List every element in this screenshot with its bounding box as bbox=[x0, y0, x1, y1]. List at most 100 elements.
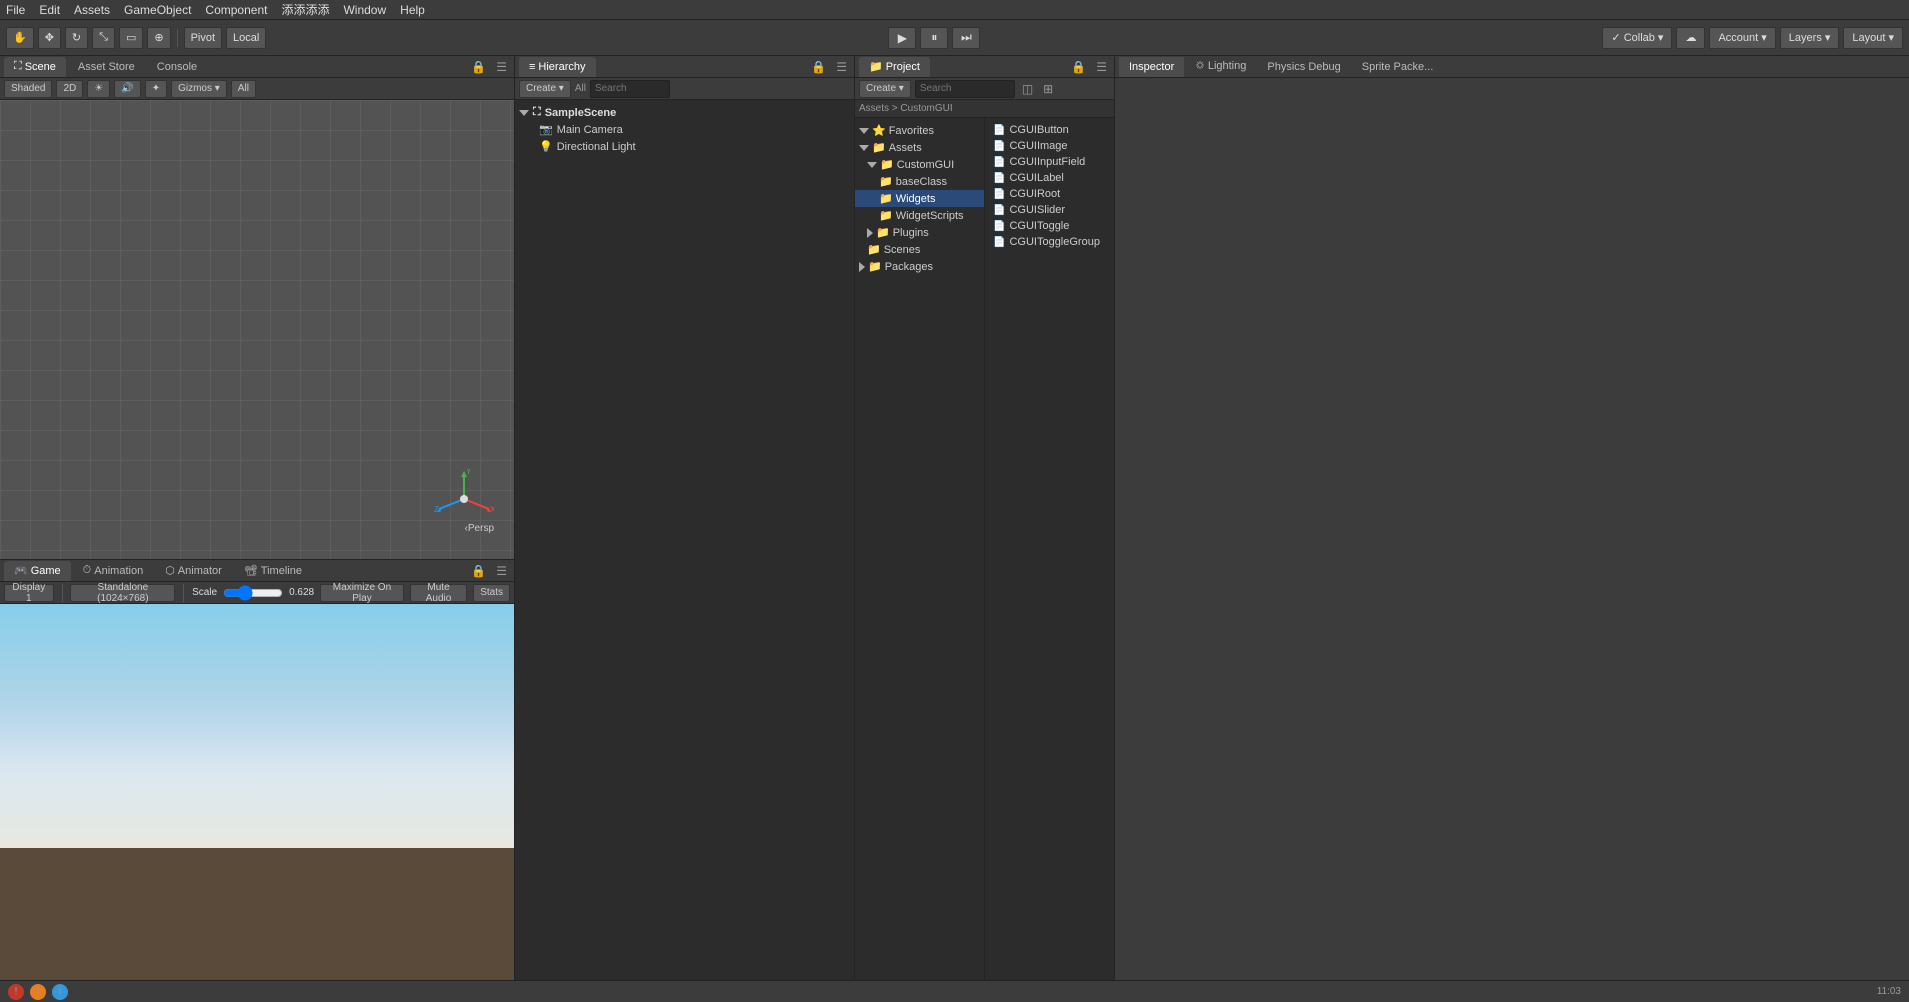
scene-view[interactable]: Y X Z ‹Persp bbox=[0, 100, 514, 559]
file-item-cguilabel[interactable]: 📄 CGUILabel bbox=[989, 170, 1110, 186]
hierarchy-tab-label: Hierarchy bbox=[538, 61, 585, 73]
tab-project[interactable]: 📁 Project bbox=[859, 57, 930, 77]
shading-button[interactable]: Shaded bbox=[4, 80, 52, 98]
tree-widgetscripts[interactable]: 📁 WidgetScripts bbox=[855, 207, 984, 224]
step-button[interactable]: ⏭ bbox=[952, 27, 980, 49]
hand-tool-button[interactable]: ✋ bbox=[6, 27, 34, 49]
file-item-cguitogglegroup[interactable]: 📄 CGUIToggleGroup bbox=[989, 234, 1110, 250]
tab-asset-store[interactable]: Asset Store bbox=[68, 57, 145, 77]
directional-light-label: Directional Light bbox=[557, 141, 636, 153]
hierarchy-lock-icon[interactable]: 🔒 bbox=[808, 60, 829, 74]
game-icon: 🎮 bbox=[14, 564, 28, 577]
audio-toggle-button[interactable]: 🔊 bbox=[114, 80, 140, 98]
project-menu-icon[interactable]: ☰ bbox=[1093, 60, 1110, 74]
game-menu-icon[interactable]: ☰ bbox=[493, 564, 510, 578]
project-filter-icon[interactable]: ◫ bbox=[1019, 82, 1036, 96]
menu-gameobject[interactable]: GameObject bbox=[124, 3, 191, 17]
hierarchy-menu-icon[interactable]: ☰ bbox=[833, 60, 850, 74]
tree-scenes[interactable]: 📁 Scenes bbox=[855, 241, 984, 258]
warning-icon[interactable]: ! bbox=[30, 984, 46, 1000]
tab-hierarchy[interactable]: ≡ Hierarchy bbox=[519, 57, 596, 77]
file-item-cguibutton[interactable]: 📄 CGUIButton bbox=[989, 122, 1110, 138]
svg-text:Y: Y bbox=[466, 469, 472, 476]
effects-toggle-button[interactable]: ✦ bbox=[145, 80, 167, 98]
tree-widgets[interactable]: 📁 Widgets bbox=[855, 190, 984, 207]
tab-lighting[interactable]: 🌣 Lighting bbox=[1185, 57, 1256, 77]
move-tool-button[interactable]: ✥ bbox=[38, 27, 61, 49]
baseclass-label: baseClass bbox=[896, 176, 947, 188]
play-button[interactable]: ▶ bbox=[888, 27, 916, 49]
stats-button[interactable]: Stats bbox=[473, 584, 510, 602]
pivot-button[interactable]: Pivot bbox=[184, 27, 222, 49]
console-tab-label: Console bbox=[157, 61, 197, 73]
scale-slider[interactable] bbox=[223, 587, 283, 599]
toolbar-right: ✓ Collab ▾ ☁ Account ▾ Layers ▾ Layout ▾ bbox=[1602, 27, 1903, 49]
hierarchy-item-directional-light[interactable]: 💡 Directional Light bbox=[531, 138, 854, 155]
hierarchy-create-button[interactable]: Create ▾ bbox=[519, 80, 571, 98]
game-lock-icon[interactable]: 🔒 bbox=[468, 564, 489, 578]
widgetscripts-label: WidgetScripts bbox=[896, 210, 964, 222]
hierarchy-tab-controls: 🔒 ☰ bbox=[808, 60, 850, 74]
menu-help[interactable]: Help bbox=[400, 3, 425, 17]
hierarchy-scene-item[interactable]: ⛶ SampleScene bbox=[515, 104, 854, 121]
cloud-button[interactable]: ☁ bbox=[1676, 27, 1705, 49]
scene-menu-icon[interactable]: ☰ bbox=[493, 60, 510, 74]
tab-timeline[interactable]: 📽 Timeline bbox=[234, 561, 312, 581]
menu-edit[interactable]: Edit bbox=[39, 3, 60, 17]
error-icon[interactable]: ! bbox=[8, 984, 24, 1000]
2d-button[interactable]: 2D bbox=[56, 80, 83, 98]
local-button[interactable]: Local bbox=[226, 27, 266, 49]
rect-tool-button[interactable]: ▭ bbox=[119, 27, 143, 49]
collab-button[interactable]: ✓ Collab ▾ bbox=[1602, 27, 1672, 49]
hierarchy-item-main-camera[interactable]: 📷 Main Camera bbox=[531, 121, 854, 138]
project-search-input[interactable] bbox=[915, 80, 1015, 98]
tree-packages[interactable]: 📁 Packages bbox=[855, 258, 984, 275]
tab-animation[interactable]: ⏱ Animation bbox=[73, 561, 154, 581]
tab-scene[interactable]: ⛶ Scene bbox=[4, 57, 66, 77]
menu-assets[interactable]: Assets bbox=[74, 3, 110, 17]
maximize-on-play-button[interactable]: Maximize On Play bbox=[320, 584, 404, 602]
tab-inspector[interactable]: Inspector bbox=[1119, 57, 1184, 77]
scene-lock-icon[interactable]: 🔒 bbox=[468, 60, 489, 74]
tree-customgui[interactable]: 📁 CustomGUI bbox=[855, 156, 984, 173]
layers-button[interactable]: Layers ▾ bbox=[1780, 27, 1840, 49]
layout-button[interactable]: Layout ▾ bbox=[1843, 27, 1903, 49]
transform-tool-button[interactable]: ⊕ bbox=[147, 27, 170, 49]
animation-tab-label: Animation bbox=[94, 565, 143, 577]
scene-expand-icon bbox=[519, 110, 529, 116]
info-icon[interactable]: i bbox=[52, 984, 68, 1000]
resolution-button[interactable]: Standalone (1024×768) bbox=[70, 584, 175, 602]
pause-button[interactable]: ⏸ bbox=[920, 27, 948, 49]
menu-component[interactable]: Component bbox=[205, 3, 267, 17]
project-lock-icon[interactable]: 🔒 bbox=[1068, 60, 1089, 74]
file-item-cguiroot[interactable]: 📄 CGUIRoot bbox=[989, 186, 1110, 202]
tab-physics-debug[interactable]: Physics Debug bbox=[1257, 57, 1350, 77]
lighting-toggle-button[interactable]: ☀ bbox=[87, 80, 110, 98]
account-button[interactable]: Account ▾ bbox=[1709, 27, 1775, 49]
tree-plugins[interactable]: 📁 Plugins bbox=[855, 224, 984, 241]
file-item-cguiinputfield[interactable]: 📄 CGUIInputField bbox=[989, 154, 1110, 170]
all-layers-button[interactable]: All bbox=[231, 80, 256, 98]
project-columns-icon[interactable]: ⊞ bbox=[1040, 82, 1056, 96]
tab-sprite-packer[interactable]: Sprite Packe... bbox=[1352, 57, 1444, 77]
gizmos-button[interactable]: Gizmos ▾ bbox=[171, 80, 227, 98]
tab-animator[interactable]: ⬡ Animator bbox=[155, 561, 232, 581]
game-view[interactable] bbox=[0, 604, 514, 980]
display-button[interactable]: Display 1 bbox=[4, 584, 54, 602]
hierarchy-search-input[interactable] bbox=[590, 80, 670, 98]
rotate-tool-button[interactable]: ↻ bbox=[65, 27, 88, 49]
menu-window[interactable]: Window bbox=[343, 3, 386, 17]
tree-favorites[interactable]: ⭐ Favorites bbox=[855, 122, 984, 139]
tab-game[interactable]: 🎮 Game bbox=[4, 561, 71, 581]
menu-file[interactable]: File bbox=[6, 3, 25, 17]
tree-baseclass[interactable]: 📁 baseClass bbox=[855, 173, 984, 190]
mute-audio-button[interactable]: Mute Audio bbox=[410, 584, 467, 602]
scale-tool-button[interactable]: ⤡ bbox=[92, 27, 115, 49]
menu-custom[interactable]: 添添添添 bbox=[281, 1, 329, 18]
file-item-cguiimage[interactable]: 📄 CGUIImage bbox=[989, 138, 1110, 154]
project-create-button[interactable]: Create ▾ bbox=[859, 80, 911, 98]
tab-console[interactable]: Console bbox=[147, 57, 207, 77]
tree-assets[interactable]: 📁 Assets bbox=[855, 139, 984, 156]
file-item-cguislider[interactable]: 📄 CGUISlider bbox=[989, 202, 1110, 218]
file-item-cguitoggle[interactable]: 📄 CGUIToggle bbox=[989, 218, 1110, 234]
